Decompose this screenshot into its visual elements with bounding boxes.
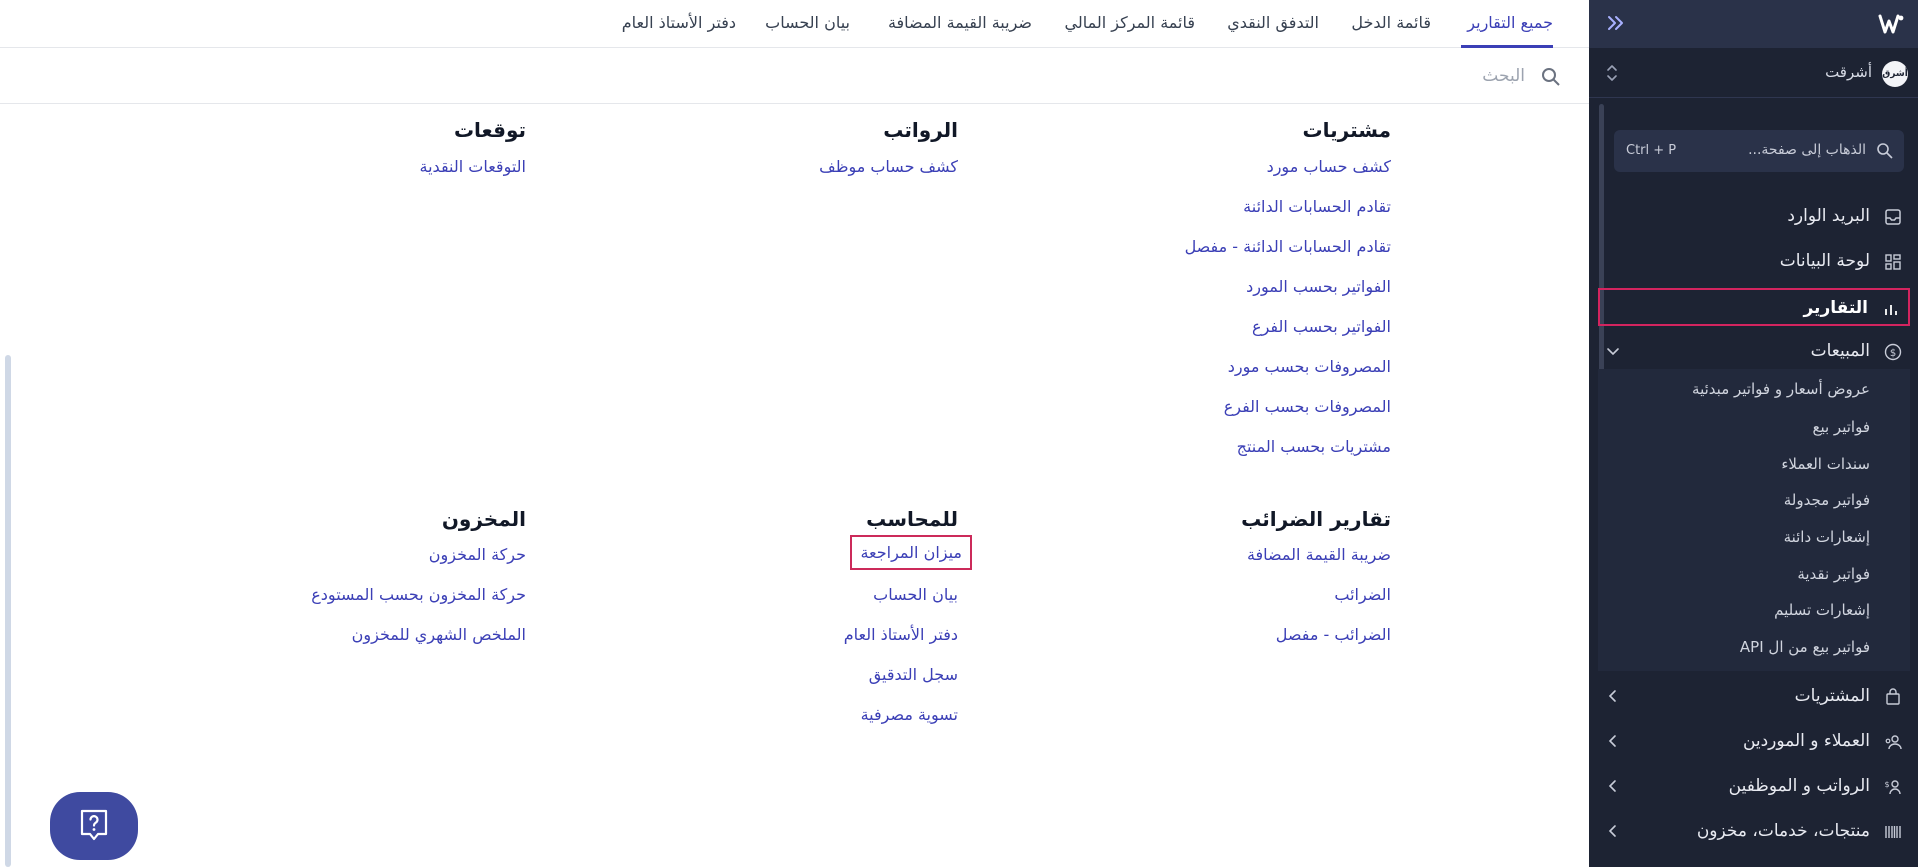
report-link-trial-balance[interactable]: ميزان المراجعة [850, 535, 972, 570]
chevron-left-icon [1608, 780, 1616, 792]
section-title-tax: تقارير الضرائب [1241, 507, 1391, 531]
sidebar-item-purchases[interactable]: المشتريات [1598, 678, 1910, 716]
submenu-item[interactable]: فواتير بيع [1812, 418, 1870, 436]
org-avatar: أشرق [1882, 61, 1908, 87]
report-link[interactable]: الفواتير بحسب المورد [1246, 277, 1391, 296]
search-icon [1542, 68, 1560, 86]
sidebar-item-label: لوحة البيانات [1779, 251, 1870, 271]
report-link[interactable]: المصروفات بحسب الفرع [1224, 397, 1391, 416]
report-link[interactable]: دفتر الأستاذ العام [844, 625, 958, 644]
sidebar-item-label: منتجات، خدمات، مخزون [1696, 821, 1870, 841]
sidebar-item-label: التقارير [1803, 298, 1868, 318]
report-link[interactable]: كشف حساب موظف [819, 157, 958, 176]
users-icon [1885, 735, 1902, 750]
sidebar-item-products[interactable]: منتجات، خدمات، مخزون [1598, 813, 1910, 851]
sidebar-item-label: العملاء و الموردين [1742, 731, 1870, 751]
search-input[interactable]: البحث [1482, 66, 1525, 86]
submenu-item[interactable]: عروض أسعار و فواتير مبدئية [1692, 380, 1870, 398]
chevron-left-icon [1608, 735, 1616, 747]
report-link[interactable]: حركة المخزون [429, 545, 526, 564]
report-link[interactable]: تسوية مصرفية [861, 705, 958, 724]
tab-account-statement[interactable]: بيان الحساب [765, 13, 850, 32]
search-icon [1877, 143, 1893, 159]
org-switcher[interactable]: أشرق أشرقت [1589, 48, 1918, 98]
submenu-item[interactable]: فواتير بيع من ال API [1740, 638, 1870, 656]
report-link[interactable]: بيان الحساب [873, 585, 958, 604]
report-link[interactable]: المصروفات بحسب مورد [1228, 357, 1391, 376]
tab-balance-sheet[interactable]: قائمة المركز المالي [1065, 13, 1195, 32]
report-tabs: جميع التقارير قائمة الدخل التدفق النقدي … [0, 0, 1589, 48]
report-link[interactable]: تقادم الحسابات الدائنة - مفصل [1185, 237, 1391, 256]
chevron-down-icon [1607, 348, 1619, 356]
report-link[interactable]: التوقعات النقدية [420, 157, 526, 176]
report-search[interactable]: البحث [0, 48, 1589, 104]
sidebar-header [1589, 0, 1918, 48]
dollar-circle-icon: $ [1884, 343, 1902, 361]
report-link[interactable]: تقادم الحسابات الدائنة [1243, 197, 1391, 216]
sidebar-item-label: الرواتب و الموظفين [1728, 776, 1870, 796]
tab-income-statement[interactable]: قائمة الدخل [1351, 13, 1431, 32]
submenu-item[interactable]: سندات العملاء [1781, 455, 1870, 473]
tab-vat[interactable]: ضريبة القيمة المضافة [888, 13, 1032, 32]
sidebar: أشرق أشرقت الذهاب إلى صفحة... Ctrl + P ا… [1589, 0, 1918, 867]
brand-logo-icon [1878, 14, 1904, 34]
dashboard-grid-icon [1885, 254, 1901, 270]
sales-submenu [1598, 369, 1910, 671]
bar-chart-icon [1885, 305, 1897, 315]
tab-general-ledger[interactable]: دفتر الأستاذ العام [622, 13, 736, 32]
help-question-icon [80, 809, 108, 841]
chevron-left-icon [1608, 690, 1616, 702]
barcode-icon [1885, 826, 1901, 838]
collapse-sidebar-icon[interactable] [1605, 12, 1627, 34]
submenu-item[interactable]: فواتير مجدولة [1784, 491, 1870, 509]
sidebar-item-label: المبيعات [1810, 341, 1870, 361]
sidebar-item-contacts[interactable]: العملاء و الموردين [1598, 723, 1910, 761]
main-content: جميع التقارير قائمة الدخل التدفق النقدي … [0, 0, 1589, 867]
svg-text:$: $ [1890, 348, 1896, 359]
inbox-icon [1885, 209, 1901, 225]
chevron-left-icon [1608, 825, 1616, 837]
help-button[interactable] [50, 792, 138, 860]
submenu-item[interactable]: إشعارات دائنة [1784, 528, 1870, 546]
scrollbar[interactable] [5, 355, 11, 867]
section-title-inventory: المخزون [441, 507, 526, 531]
sidebar-item-label: المشتريات [1794, 686, 1870, 706]
submenu-item[interactable]: فواتير نقدية [1797, 565, 1870, 583]
section-title-payroll: الرواتب [883, 118, 958, 142]
tab-cash-flow[interactable]: التدفق النقدي [1227, 13, 1319, 32]
report-link[interactable]: حركة المخزون بحسب المستودع [311, 585, 526, 604]
keyboard-shortcut: Ctrl + P [1626, 143, 1677, 158]
report-link[interactable]: مشتريات بحسب المنتج [1237, 437, 1391, 456]
report-link[interactable]: الملخص الشهري للمخزون [352, 625, 526, 644]
report-link[interactable]: الفواتير بحسب الفرع [1252, 317, 1391, 336]
sidebar-item-reports[interactable]: التقارير [1598, 288, 1910, 326]
report-link[interactable]: كشف حساب مورد [1267, 157, 1391, 176]
submenu-item[interactable]: إشعارات تسليم [1774, 601, 1870, 619]
sidebar-item-dashboard[interactable]: لوحة البيانات [1598, 243, 1910, 281]
report-link[interactable]: الضرائب [1334, 585, 1391, 604]
sidebar-item-sales[interactable]: $ المبيعات [1598, 333, 1910, 371]
sidebar-item-inbox[interactable]: البريد الوارد [1598, 198, 1910, 236]
sidebar-item-label: البريد الوارد [1787, 206, 1870, 226]
sidebar-item-payroll[interactable]: $ الرواتب و الموظفين [1598, 768, 1910, 806]
report-link[interactable]: الضرائب - مفصل [1276, 625, 1391, 644]
chevron-up-down-icon[interactable] [1605, 62, 1619, 84]
section-title-accountant: للمحاسب [866, 507, 958, 531]
shopping-bag-icon [1886, 688, 1900, 705]
section-title-purchases: مشتريات [1302, 118, 1391, 142]
goto-page-search[interactable]: الذهاب إلى صفحة... Ctrl + P [1614, 130, 1904, 172]
report-link[interactable]: سجل التدقيق [869, 665, 958, 684]
report-link[interactable]: ضريبة القيمة المضافة [1247, 545, 1391, 564]
employee-money-icon: $ [1884, 780, 1901, 795]
goto-page-input[interactable]: الذهاب إلى صفحة... [1748, 142, 1866, 158]
tab-all-reports[interactable]: جميع التقارير [1467, 13, 1553, 32]
svg-text:$: $ [1884, 780, 1889, 789]
org-name: أشرقت [1825, 63, 1872, 81]
section-title-forecasts: توقعات [453, 118, 526, 142]
